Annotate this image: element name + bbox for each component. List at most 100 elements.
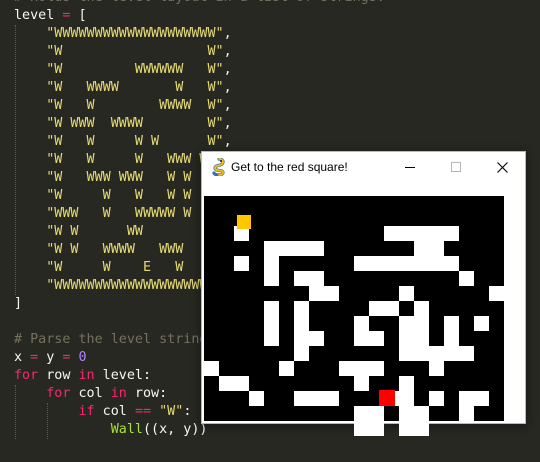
maze-wall: [354, 406, 369, 421]
code-token: "W W W WWW WW": [46, 152, 224, 167]
maze-wall: [354, 421, 369, 436]
player-square: [236, 214, 251, 229]
maze-wall: [399, 256, 414, 271]
code-token: 0: [78, 350, 87, 365]
maze-wall: [489, 286, 504, 301]
code-token: ,: [223, 44, 232, 59]
maze-wall: [474, 391, 489, 406]
code-line: "WWWWWWWWWWWWWWWWWWWW",: [14, 25, 232, 43]
maze-wall: [294, 271, 309, 286]
code-token: =: [30, 350, 39, 365]
maze-wall: [264, 271, 279, 286]
window-title: Get to the red square!: [231, 160, 348, 174]
code-line: "W WWW WWWW W",: [14, 115, 231, 133]
indent-guide: [47, 403, 49, 439]
maze-wall: [354, 256, 369, 271]
code-token: # Holds the level layout in a list of st…: [14, 0, 385, 5]
maze-wall: [444, 316, 459, 331]
code-token: ,: [223, 26, 232, 41]
close-button[interactable]: [479, 152, 525, 182]
maze-wall: [399, 346, 414, 361]
code-token: for: [14, 368, 39, 383]
maze-wall: [414, 256, 429, 271]
code-token: "W W E W W": [46, 260, 224, 275]
code-token: ]: [14, 296, 23, 311]
maze-wall: [429, 361, 444, 376]
code-token: row:: [126, 386, 168, 401]
code-token: ((x, y)): [143, 422, 208, 437]
code-line: "W W W WWW WW",: [14, 151, 231, 169]
maze-wall: [264, 256, 279, 271]
maximize-button[interactable]: [433, 152, 479, 182]
maze-wall: [384, 226, 399, 241]
code-line: "W W E W W",: [14, 259, 231, 277]
maze-wall: [444, 226, 459, 241]
maze-wall: [429, 241, 444, 256]
code-token: y: [38, 350, 63, 365]
code-token: "W WWWW W W": [46, 80, 224, 95]
code-token: in: [110, 386, 127, 401]
code-line: "W W WW W",: [14, 223, 231, 241]
code-token: ,: [223, 62, 232, 77]
code-token: "W W W W W": [46, 134, 224, 149]
code-line: Wall((x, y)): [14, 421, 208, 439]
minimize-icon: [405, 162, 415, 172]
code-token: [: [70, 8, 87, 23]
maze-wall: [399, 376, 414, 391]
maze-wall: [369, 421, 384, 436]
code-token: in: [78, 368, 95, 383]
indent-guide: [15, 385, 16, 439]
goal-square: [379, 390, 395, 406]
code-token: ,: [223, 80, 232, 95]
code-token: :: [183, 404, 192, 419]
maze-wall: [399, 406, 414, 421]
code-line: for row in level:: [14, 367, 151, 385]
maze-wall: [339, 361, 354, 376]
code-line: if col == "W":: [14, 403, 192, 421]
maze-wall: [354, 331, 369, 346]
maze-wall: [399, 391, 414, 406]
maze-wall: [279, 241, 294, 256]
maze-wall: [249, 391, 264, 406]
maze-wall: [384, 256, 399, 271]
code-token: level: [14, 8, 63, 23]
maze-wall: [414, 226, 429, 241]
game-window[interactable]: Get to the red square!: [201, 151, 526, 436]
code-line: "W W WWWW W",: [14, 97, 232, 115]
window-titlebar[interactable]: Get to the red square!: [202, 152, 525, 182]
code-token: col: [70, 386, 111, 401]
code-token: col: [94, 404, 135, 419]
code-token: for: [46, 386, 71, 401]
code-line: for col in row:: [14, 385, 167, 403]
code-token: "W": [159, 404, 184, 419]
maze-wall: [474, 316, 489, 331]
maze-wall: [414, 301, 429, 316]
code-token: "W WWW WWWW W": [46, 116, 224, 131]
maze-wall: [354, 361, 369, 376]
maze-wall: [429, 226, 444, 241]
maze-wall: [459, 391, 474, 406]
maze-wall: [294, 346, 309, 361]
minimize-button[interactable]: [387, 152, 433, 182]
maze-wall: [429, 391, 444, 406]
code-token: ,: [223, 98, 232, 113]
maze-wall: [369, 256, 384, 271]
code-token: row: [38, 368, 79, 383]
maze-wall: [279, 361, 294, 376]
maze-wall: [369, 361, 384, 376]
maze-wall: [234, 256, 249, 271]
maze-wall: [399, 421, 414, 436]
code-token: "W W WW W": [46, 224, 224, 239]
maze-wall: [204, 361, 219, 376]
code-token: "WWWWWWWWWWWWWWWWWWWW": [46, 26, 224, 41]
game-canvas[interactable]: [204, 196, 504, 436]
maze-wall: [294, 316, 309, 331]
code-line: "W WWW WWW W W W",: [14, 169, 231, 187]
maze-wall: [459, 271, 474, 286]
maze-wall: [399, 331, 414, 346]
maze-wall: [354, 316, 369, 331]
code-token: ,: [223, 134, 232, 149]
code-token: "WWW W WWWWW W W": [46, 206, 224, 221]
code-line: "W WWWWWW W",: [14, 61, 232, 79]
